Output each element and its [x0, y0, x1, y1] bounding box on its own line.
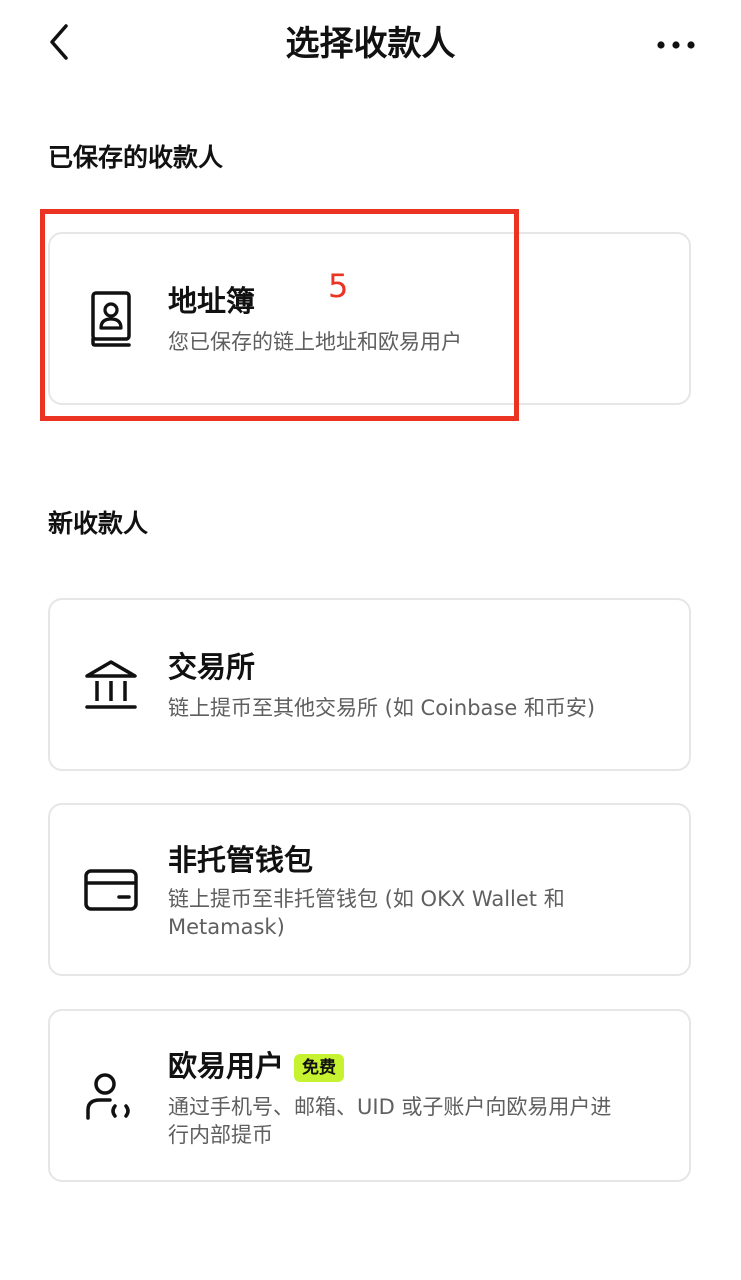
okx-user-title-row: 欧易用户 免费: [168, 1047, 345, 1085]
user-link-icon: [80, 1067, 142, 1129]
wallet-icon: [80, 859, 142, 921]
non-custodial-wallet-card[interactable]: 非托管钱包 链上提币至非托管钱包 (如 OKX Wallet 和 Metamas…: [48, 803, 691, 976]
more-horizontal-icon: [656, 35, 696, 54]
annotation-number: 5: [328, 267, 349, 305]
okx-user-title: 欧易用户: [168, 1049, 285, 1083]
page-title: 选择收款人: [285, 24, 456, 64]
address-book-title: 地址簿: [168, 284, 256, 318]
new-recipients-heading: 新收款人: [48, 509, 149, 538]
non-custodial-wallet-title: 非托管钱包: [168, 843, 314, 877]
address-book-card[interactable]: 地址簿 您已保存的链上地址和欧易用户: [48, 232, 691, 405]
saved-recipients-heading: 已保存的收款人: [48, 143, 224, 172]
exchange-title: 交易所: [168, 650, 256, 684]
free-badge: 免费: [294, 1054, 345, 1082]
top-bar: 选择收款人: [0, 0, 741, 90]
address-book-icon: [80, 288, 142, 350]
okx-user-card[interactable]: 欧易用户 免费 通过手机号、邮箱、UID 或子账户向欧易用户进行内部提币: [48, 1009, 691, 1182]
exchange-description: 链上提币至其他交易所 (如 Coinbase 和币安): [168, 696, 596, 720]
exchange-card[interactable]: 交易所 链上提币至其他交易所 (如 Coinbase 和币安): [48, 598, 691, 771]
more-options-button[interactable]: [651, 22, 701, 66]
address-book-description: 您已保存的链上地址和欧易用户: [168, 330, 462, 354]
bank-building-icon: [80, 654, 142, 716]
okx-user-description: 通过手机号、邮箱、UID 或子账户向欧易用户进行内部提币: [168, 1095, 612, 1147]
non-custodial-wallet-description: 链上提币至非托管钱包 (如 OKX Wallet 和 Metamask): [168, 887, 565, 939]
